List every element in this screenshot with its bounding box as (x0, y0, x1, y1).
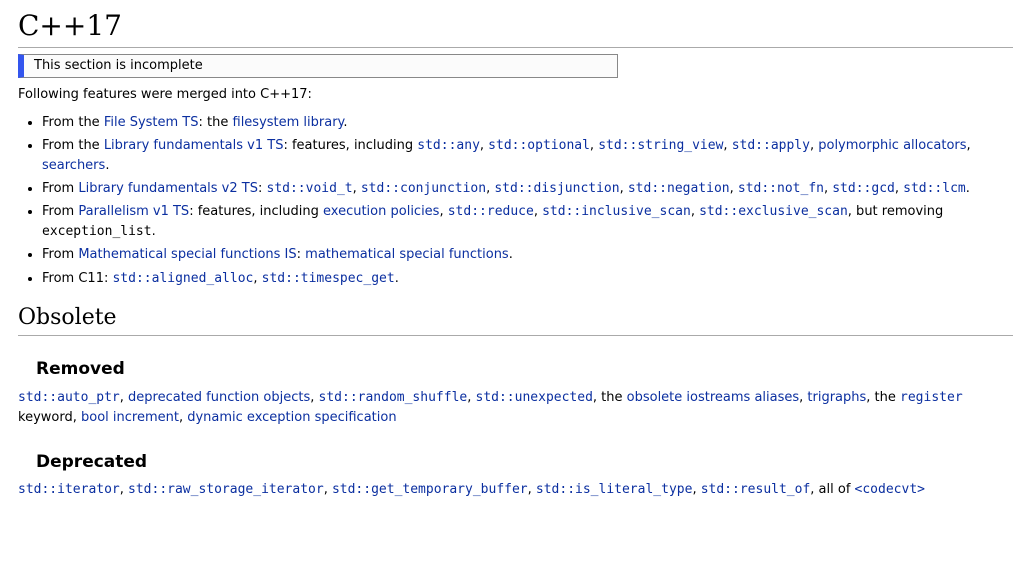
doc-link[interactable]: register (900, 390, 963, 405)
doc-link[interactable]: std::get_temporary_buffer (332, 482, 528, 497)
source-link[interactable]: Mathematical special functions IS (78, 247, 296, 262)
feature-link[interactable]: std::timespec_get (262, 271, 395, 286)
doc-link[interactable]: std::auto_ptr (18, 390, 120, 405)
obsolete-heading: Obsolete (18, 303, 1013, 337)
doc-link[interactable]: bool increment (81, 410, 179, 425)
feature-link[interactable]: std::negation (628, 181, 730, 196)
doc-link[interactable]: std::random_shuffle (319, 390, 468, 405)
feature-item: From the Library fundamentals v1 TS: fea… (42, 136, 1013, 176)
feature-link[interactable]: mathematical special functions (305, 247, 509, 262)
page-title: C++17 (18, 6, 1013, 48)
feature-item: From Mathematical special functions IS: … (42, 245, 1013, 265)
feature-link[interactable]: std::conjunction (361, 181, 486, 196)
doc-link[interactable]: std::is_literal_type (536, 482, 693, 497)
doc-link[interactable]: std::iterator (18, 482, 120, 497)
doc-link[interactable]: std::result_of (701, 482, 811, 497)
feature-list: From the File System TS: the filesystem … (18, 113, 1013, 289)
deprecated-body: std::iterator, std::raw_storage_iterator… (18, 480, 1013, 500)
source-link[interactable]: Library fundamentals v2 TS (78, 181, 258, 196)
doc-link[interactable]: std::unexpected (476, 390, 593, 405)
feature-item: From Parallelism v1 TS: features, includ… (42, 202, 1013, 242)
feature-link[interactable]: filesystem library (233, 115, 344, 130)
code-text: exception_list (42, 224, 152, 239)
feature-link[interactable]: std::any (417, 138, 480, 153)
feature-link[interactable]: execution policies (323, 204, 439, 219)
feature-link[interactable]: std::not_fn (738, 181, 824, 196)
doc-link[interactable]: std::raw_storage_iterator (128, 482, 324, 497)
feature-link[interactable]: std::void_t (267, 181, 353, 196)
doc-link[interactable]: dynamic exception specification (187, 410, 396, 425)
feature-link[interactable]: std::optional (488, 138, 590, 153)
feature-link[interactable]: std::exclusive_scan (699, 204, 848, 219)
feature-link[interactable]: std::lcm (903, 181, 966, 196)
feature-link[interactable]: std::disjunction (494, 181, 619, 196)
doc-link[interactable]: obsolete iostreams aliases (627, 390, 800, 405)
removed-body: std::auto_ptr, deprecated function objec… (18, 388, 1013, 428)
feature-item: From Library fundamentals v2 TS: std::vo… (42, 179, 1013, 199)
removed-heading: Removed (36, 358, 1013, 382)
doc-link[interactable]: deprecated function objects (128, 390, 310, 405)
feature-link[interactable]: std::apply (732, 138, 810, 153)
feature-link[interactable]: searchers (42, 158, 105, 173)
source-link[interactable]: Parallelism v1 TS (78, 204, 189, 219)
deprecated-heading: Deprecated (36, 451, 1013, 475)
feature-link[interactable]: std::string_view (598, 138, 723, 153)
intro-text: Following features were merged into C++1… (18, 86, 1013, 104)
doc-link[interactable]: <codecvt> (855, 482, 925, 497)
source-link[interactable]: Library fundamentals v1 TS (104, 138, 284, 153)
feature-item: From the File System TS: the filesystem … (42, 113, 1013, 133)
feature-link[interactable]: polymorphic allocators (818, 138, 966, 153)
feature-link[interactable]: std::reduce (448, 204, 534, 219)
feature-item: From C11: std::aligned_alloc, std::times… (42, 269, 1013, 289)
feature-link[interactable]: std::inclusive_scan (542, 204, 691, 219)
incomplete-notice: This section is incomplete (18, 54, 618, 78)
source-link[interactable]: File System TS (104, 115, 199, 130)
doc-link[interactable]: trigraphs (807, 390, 866, 405)
feature-link[interactable]: std::aligned_alloc (112, 271, 253, 286)
feature-link[interactable]: std::gcd (832, 181, 895, 196)
